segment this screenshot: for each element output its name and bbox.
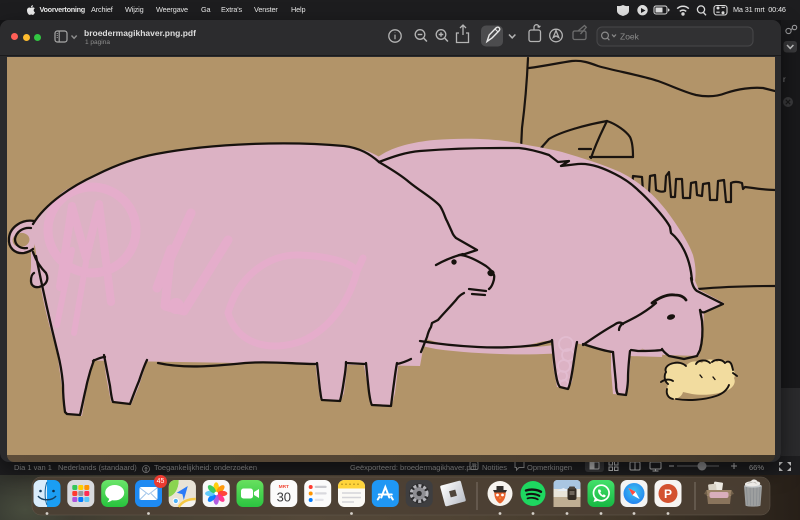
svg-text:P: P [664, 487, 672, 501]
svg-text:r: r [783, 75, 786, 84]
svg-text:30: 30 [277, 490, 291, 505]
svg-text:Zoek: Zoek [620, 32, 640, 42]
